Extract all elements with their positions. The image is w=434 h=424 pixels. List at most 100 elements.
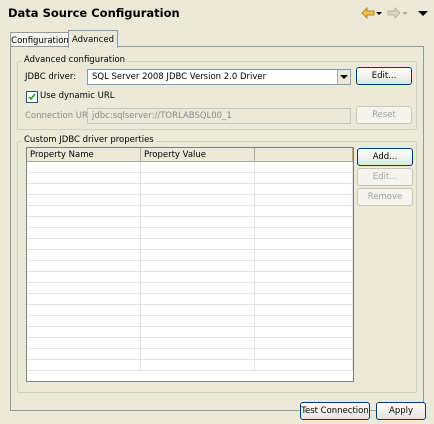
apply-button[interactable]: Apply (376, 402, 426, 420)
table-row[interactable] (27, 194, 353, 206)
table-cell[interactable] (27, 216, 141, 228)
forward-dropdown-icon[interactable] (401, 7, 409, 19)
table-cell[interactable] (140, 249, 255, 261)
table-cell[interactable] (254, 337, 353, 349)
table-cell[interactable] (27, 326, 141, 338)
add-property-button[interactable]: Add... (357, 148, 413, 166)
table-cell[interactable] (140, 194, 255, 206)
table-cell[interactable] (27, 227, 141, 239)
table-row[interactable] (27, 172, 353, 184)
table-cell[interactable] (27, 260, 141, 272)
table-cell[interactable] (27, 304, 141, 316)
edit-driver-button[interactable]: Edit... (356, 67, 412, 85)
table-row[interactable] (27, 205, 353, 217)
table-cell[interactable] (254, 315, 353, 327)
forward-arrow-icon[interactable] (387, 6, 401, 20)
table-cell[interactable] (140, 205, 255, 217)
table-cell[interactable] (254, 271, 353, 283)
reset-button[interactable]: Reset (356, 106, 412, 124)
table-cell[interactable] (254, 326, 353, 338)
connection-url-label: Connection URL: (25, 111, 96, 121)
table-cell[interactable] (140, 293, 255, 305)
table-cell[interactable] (140, 359, 255, 371)
table-cell[interactable] (27, 161, 141, 173)
table-row[interactable] (27, 271, 353, 283)
table-cell[interactable] (140, 337, 255, 349)
back-dropdown-icon[interactable] (375, 7, 383, 19)
table-row[interactable] (27, 326, 353, 338)
table-cell[interactable] (27, 359, 141, 371)
table-row[interactable] (27, 337, 353, 349)
properties-table[interactable]: Property Name Property Value (26, 147, 354, 382)
table-cell[interactable] (254, 359, 353, 371)
table-cell[interactable] (27, 172, 141, 184)
table-cell[interactable] (27, 205, 141, 217)
tab-advanced[interactable]: Advanced (68, 30, 118, 48)
table-cell[interactable] (140, 271, 255, 283)
table-cell[interactable] (140, 216, 255, 228)
table-row[interactable] (27, 282, 353, 294)
table-row[interactable] (27, 315, 353, 327)
table-cell[interactable] (27, 348, 141, 360)
column-header-property-value[interactable]: Property Value (140, 148, 255, 162)
table-row[interactable] (27, 216, 353, 228)
table-cell[interactable] (140, 227, 255, 239)
table-cell[interactable] (254, 249, 353, 261)
table-row[interactable] (27, 359, 353, 371)
table-row[interactable] (27, 238, 353, 250)
table-cell[interactable] (254, 183, 353, 195)
table-cell[interactable] (27, 194, 141, 206)
remove-property-button[interactable]: Remove (357, 188, 413, 206)
chevron-down-icon[interactable] (337, 70, 350, 84)
table-row[interactable] (27, 260, 353, 272)
table-cell[interactable] (254, 205, 353, 217)
table-cell[interactable] (27, 282, 141, 294)
table-cell[interactable] (27, 238, 141, 250)
table-cell[interactable] (254, 161, 353, 173)
table-row[interactable] (27, 304, 353, 316)
table-row[interactable] (27, 249, 353, 261)
edit-property-button[interactable]: Edit... (357, 168, 413, 186)
table-cell[interactable] (254, 227, 353, 239)
table-cell[interactable] (27, 293, 141, 305)
table-cell[interactable] (254, 348, 353, 360)
connection-url-input[interactable]: jdbc:sqlserver://TORLABSQL00_1 (87, 108, 351, 124)
table-cell[interactable] (140, 282, 255, 294)
table-cell[interactable] (140, 348, 255, 360)
table-row[interactable] (27, 348, 353, 360)
back-arrow-icon[interactable] (361, 6, 375, 20)
table-cell[interactable] (254, 293, 353, 305)
test-connection-button[interactable]: Test Connection (300, 402, 370, 420)
table-row[interactable] (27, 293, 353, 305)
table-cell[interactable] (140, 172, 255, 184)
table-cell[interactable] (140, 183, 255, 195)
column-header-empty[interactable] (254, 148, 353, 162)
checkmark-icon (28, 93, 36, 101)
dynamic-url-checkbox[interactable] (26, 91, 38, 103)
table-cell[interactable] (140, 304, 255, 316)
table-cell[interactable] (140, 315, 255, 327)
table-cell[interactable] (254, 238, 353, 250)
table-cell[interactable] (254, 260, 353, 272)
table-cell[interactable] (27, 271, 141, 283)
table-cell[interactable] (254, 172, 353, 184)
table-cell[interactable] (27, 183, 141, 195)
jdbc-driver-value: SQL Server 2008 JDBC Version 2.0 Driver (92, 72, 267, 82)
table-row[interactable] (27, 183, 353, 195)
view-menu-icon[interactable] (417, 7, 429, 19)
table-cell[interactable] (254, 216, 353, 228)
table-cell[interactable] (254, 194, 353, 206)
table-cell[interactable] (254, 304, 353, 316)
table-cell[interactable] (27, 249, 141, 261)
table-cell[interactable] (140, 326, 255, 338)
table-cell[interactable] (27, 315, 141, 327)
column-header-property-name[interactable]: Property Name (27, 148, 141, 162)
table-row[interactable] (27, 227, 353, 239)
table-cell[interactable] (140, 238, 255, 250)
jdbc-driver-select[interactable]: SQL Server 2008 JDBC Version 2.0 Driver (87, 69, 351, 85)
table-cell[interactable] (254, 282, 353, 294)
table-cell[interactable] (140, 260, 255, 272)
table-row[interactable] (27, 161, 353, 173)
table-cell[interactable] (140, 161, 255, 173)
table-cell[interactable] (27, 337, 141, 349)
